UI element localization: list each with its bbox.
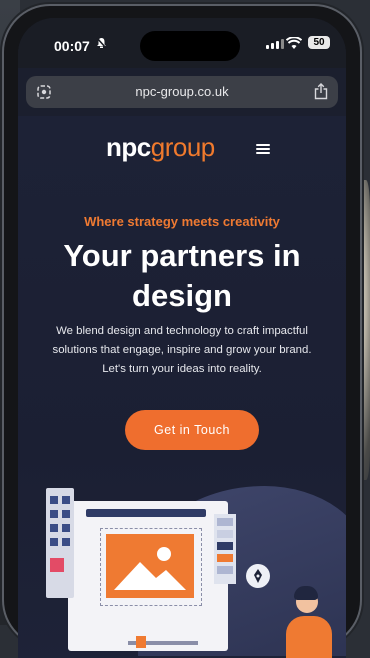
npc-group-logo[interactable]: npcgroup (106, 132, 215, 163)
address-bar[interactable]: npc-group.co.uk (26, 76, 338, 108)
illustration-person (286, 616, 332, 658)
menu-icon[interactable] (256, 144, 270, 154)
phone-frame: 00:07 50 npc-group.co.uk npcgroup Where … (4, 6, 360, 658)
status-time: 00:07 (54, 38, 90, 54)
url-text[interactable]: npc-group.co.uk (26, 84, 338, 99)
pen-icon (246, 564, 270, 588)
dynamic-island (140, 31, 240, 61)
hero-illustration (18, 476, 346, 658)
signal-icon (266, 39, 284, 49)
hero-headline: Your partners in design (18, 236, 346, 316)
bell-slash-icon (96, 37, 107, 52)
illustration-toolbar (46, 488, 74, 598)
hero-description: We blend design and technology to craft … (52, 325, 312, 375)
image-placeholder-icon (106, 534, 194, 598)
share-icon[interactable] (314, 83, 328, 104)
logo-npc: npc (106, 132, 151, 162)
wifi-icon (285, 35, 303, 54)
get-in-touch-button[interactable]: Get in Touch (125, 410, 259, 450)
headline-line-2: design (132, 278, 232, 313)
illustration-swatches (214, 514, 236, 584)
tagline: Where strategy meets creativity (84, 214, 280, 229)
logo-group: group (150, 132, 216, 162)
phone-screen: 00:07 50 npc-group.co.uk npcgroup Where … (18, 18, 346, 658)
headline-line-1: Your partners in (63, 238, 301, 273)
status-bar: 00:07 50 (18, 18, 346, 68)
website-page: npcgroup Where strategy meets creativity… (18, 116, 346, 658)
battery-icon: 50 (308, 36, 330, 49)
